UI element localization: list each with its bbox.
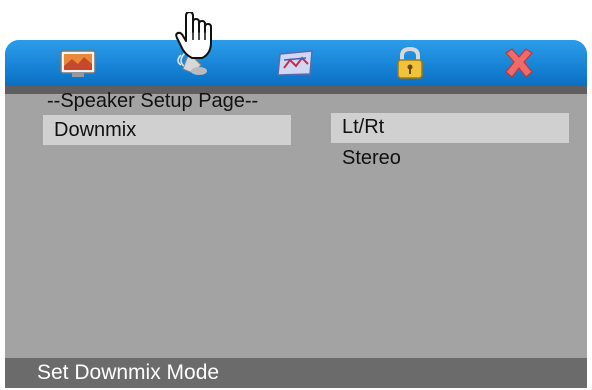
setting-item-label: Downmix — [54, 119, 137, 141]
menu-tab-bar — [5, 40, 587, 86]
status-text: Set Downmix Mode — [37, 361, 220, 384]
pointing-hand-icon — [170, 11, 220, 62]
status-bar: Set Downmix Mode — [5, 358, 587, 388]
tab-password-setup[interactable] — [384, 44, 436, 82]
exit-icon — [502, 47, 536, 79]
general-setup-icon — [60, 48, 98, 78]
tab-video-setup[interactable] — [270, 44, 322, 82]
password-lock-icon — [393, 46, 427, 80]
setup-menu-panel: --Speaker Setup Page-- Downmix Lt/Rt Ste… — [5, 40, 587, 388]
tab-general-setup[interactable] — [53, 44, 105, 82]
option-stereo[interactable]: Stereo — [342, 147, 401, 169]
tab-exit[interactable] — [493, 44, 545, 82]
video-setup-icon — [276, 48, 316, 78]
option-lt-rt[interactable]: Lt/Rt — [342, 116, 384, 138]
page-title: --Speaker Setup Page-- — [47, 90, 259, 112]
